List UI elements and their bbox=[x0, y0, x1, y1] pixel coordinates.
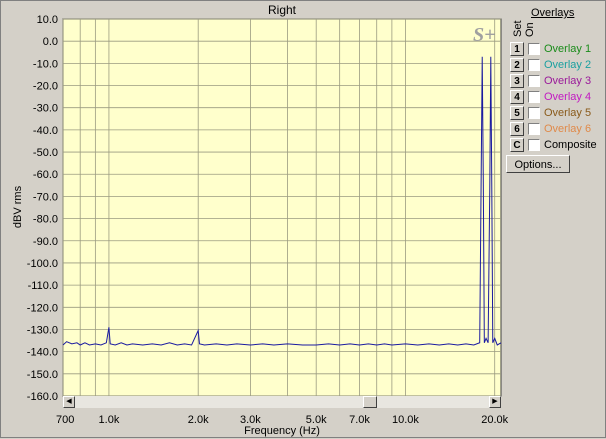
y-tick-label: -130.0 bbox=[27, 324, 58, 336]
y-tick-label: -110.0 bbox=[28, 280, 58, 292]
y-tick-label: -10.0 bbox=[33, 58, 58, 70]
y-tick-label: -140.0 bbox=[27, 347, 58, 359]
analyzer-window: Right 10.0 0.0 -10.0 -20.0 -30.0 -40.0 -50.0 -6… bbox=[0, 0, 606, 438]
overlay-row: 4 Overlay 4 bbox=[510, 90, 606, 105]
y-tick-labels: 10.0 0.0 -10.0 -20.0 -30.0 -40.0 -50.0 -60.0 -70… bbox=[27, 14, 58, 403]
overlay-on-checkbox[interactable] bbox=[528, 139, 540, 151]
overlay-label: Overlay 6 bbox=[544, 123, 592, 135]
plot-area bbox=[62, 18, 502, 397]
overlay-set-button[interactable]: 4 bbox=[510, 90, 524, 104]
overlay-label: Overlay 1 bbox=[544, 43, 592, 55]
y-tick-label: -80.0 bbox=[33, 214, 58, 226]
overlay-label: Composite bbox=[544, 139, 597, 151]
overlay-row: 3 Overlay 3 bbox=[510, 74, 606, 89]
y-tick-label: 0.0 bbox=[43, 36, 58, 48]
overlay-set-button[interactable]: 2 bbox=[510, 58, 524, 72]
overlay-set-button[interactable]: 1 bbox=[510, 42, 524, 56]
y-tick-label: 10.0 bbox=[37, 14, 58, 26]
overlay-row: 5 Overlay 5 bbox=[510, 106, 606, 121]
overlay-row: 6 Overlay 6 bbox=[510, 122, 606, 137]
y-tick-label: -120.0 bbox=[27, 302, 58, 314]
on-column-header: On bbox=[524, 22, 536, 37]
x-axis-label: Frequency (Hz) bbox=[244, 425, 320, 437]
overlays-title: Overlays bbox=[531, 7, 575, 19]
overlay-row: 2 Overlay 2 bbox=[510, 58, 606, 73]
overlay-on-checkbox[interactable] bbox=[528, 91, 540, 103]
overlay-row: 1 Overlay 1 bbox=[510, 42, 606, 57]
arrow-right-icon[interactable]: ▶ bbox=[489, 396, 501, 408]
overlay-set-button[interactable]: 5 bbox=[510, 106, 524, 120]
y-tick-label: -60.0 bbox=[33, 169, 58, 181]
overlays-panel: Set On Overlays 1 Overlay 1 2 Overlay 2 3 Ove… bbox=[506, 1, 606, 181]
y-tick-label: -100.0 bbox=[27, 258, 58, 270]
overlay-set-button[interactable]: 3 bbox=[510, 74, 524, 88]
options-button[interactable]: Options... bbox=[506, 155, 570, 173]
y-tick-label: -70.0 bbox=[33, 191, 58, 203]
set-column-header: Set bbox=[512, 20, 524, 37]
y-tick-label: -50.0 bbox=[33, 147, 58, 159]
overlay-set-button[interactable]: C bbox=[510, 138, 524, 152]
y-tick-label: -150.0 bbox=[27, 369, 58, 381]
y-tick-label: -90.0 bbox=[33, 236, 58, 248]
horizontal-scrollbar[interactable]: ◀ ▶ bbox=[63, 396, 501, 408]
y-tick-label: -40.0 bbox=[33, 125, 58, 137]
scrollbar-thumb[interactable] bbox=[363, 396, 377, 408]
arrow-left-icon[interactable]: ◀ bbox=[63, 396, 75, 408]
y-tick-label: -20.0 bbox=[33, 81, 58, 93]
overlay-label: Overlay 4 bbox=[544, 91, 592, 103]
logo-text: S+ bbox=[473, 24, 496, 46]
overlay-on-checkbox[interactable] bbox=[528, 43, 540, 55]
y-tick-label: -30.0 bbox=[33, 103, 58, 115]
overlay-set-button[interactable]: 6 bbox=[510, 122, 524, 136]
overlay-label: Overlay 5 bbox=[544, 107, 592, 119]
y-tick-label: -160.0 bbox=[27, 391, 58, 403]
overlay-on-checkbox[interactable] bbox=[528, 59, 540, 71]
overlay-on-checkbox[interactable] bbox=[528, 107, 540, 119]
overlay-label: Overlay 3 bbox=[544, 75, 592, 87]
overlay-on-checkbox[interactable] bbox=[528, 75, 540, 87]
y-axis-label: dBV rms bbox=[12, 185, 24, 229]
overlay-row: C Composite bbox=[510, 138, 606, 153]
overlay-label: Overlay 2 bbox=[544, 59, 592, 71]
overlay-on-checkbox[interactable] bbox=[528, 123, 540, 135]
